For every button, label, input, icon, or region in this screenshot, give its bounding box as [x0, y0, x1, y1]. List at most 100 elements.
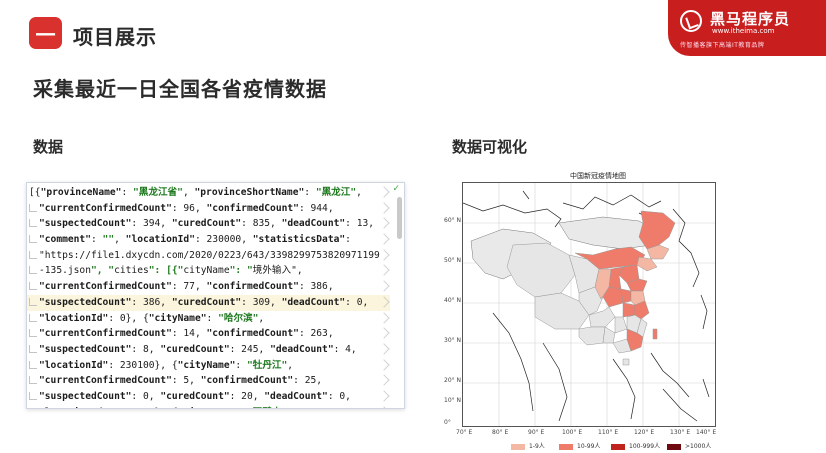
- province-taiwan: [652, 328, 658, 340]
- code-line: "currentConfirmedCount": 14, "confirmedC…: [27, 326, 390, 342]
- code-line: "currentConfirmedCount": 77, "confirmedC…: [27, 279, 390, 295]
- section-number-badge: 一: [29, 17, 62, 49]
- code-line: "locationId": 231000}, {"cityName": "双鸭山…: [27, 405, 390, 409]
- code-line: [{"provinceName": "黑龙江省", "provinceShort…: [27, 185, 390, 201]
- error-indicator-icon: ●●●●●●: [295, 408, 328, 409]
- province-henan: [620, 288, 632, 304]
- soft-wrap-icon: [378, 249, 390, 261]
- lat-label: 0°: [444, 419, 451, 426]
- lon-label: 110° E: [598, 429, 619, 436]
- lat-label: 60° N: [444, 217, 462, 224]
- province-xinjiang: [506, 242, 576, 298]
- legend-label: >1000人: [685, 443, 712, 450]
- legend-item: 1-9人: [511, 441, 545, 450]
- province-hunan: [614, 316, 628, 334]
- province-hubei: [622, 302, 636, 318]
- soft-wrap-icon: [378, 327, 390, 339]
- wrap-indicator-icon: [29, 360, 37, 369]
- soft-wrap-icon: [378, 405, 390, 408]
- lat-label: 20° N: [444, 377, 462, 384]
- soft-wrap-icon: [378, 311, 390, 324]
- lon-label: 100° E: [562, 429, 583, 436]
- code-line: "comment": "", "locationId": 230000, "st…: [27, 232, 390, 248]
- legend-swatch: [667, 443, 681, 450]
- soft-wrap-icon: [378, 390, 390, 402]
- lat-label: 30° N: [444, 337, 462, 344]
- brand-url: www.itheima.com: [712, 27, 775, 35]
- wrap-indicator-icon: [29, 219, 37, 228]
- legend-item: >1000人: [667, 441, 711, 450]
- data-label: 数据: [33, 138, 64, 156]
- horse-logo-icon: [680, 10, 702, 32]
- check-icon: ✓: [392, 184, 400, 194]
- wrap-indicator-icon: [29, 376, 37, 385]
- code-line: "locationId": 230100}, {"cityName": "牡丹江…: [27, 358, 390, 374]
- lon-label: 80° E: [492, 429, 509, 436]
- page-heading: 采集最近一日全国各省疫情数据: [33, 77, 327, 101]
- brand-logo-block: 黑马程序员 www.itheima.com 传智播客旗下高端IT教育品牌: [668, 0, 826, 56]
- soft-wrap-icon: [378, 296, 390, 308]
- legend-label: 100-999人: [629, 443, 661, 450]
- wrap-indicator-icon: [29, 297, 37, 306]
- brand-name: 黑马程序员: [710, 10, 791, 28]
- soft-wrap-icon: [378, 358, 390, 371]
- lon-label: 120° E: [634, 429, 655, 436]
- legend-swatch: [611, 443, 625, 450]
- code-line: "https://file1.dxycdn.com/2020/0223/643/…: [27, 248, 390, 264]
- code-line: "suspectedCount": 386, "curedCount": 309…: [27, 294, 390, 311]
- lat-label: 10° N: [444, 397, 462, 404]
- code-line: "currentConfirmedCount": 96, "confirmedC…: [27, 201, 390, 217]
- header-bar: 一 项目展示 黑马程序员 www.itheima.com 传智播客旗下高端IT教…: [0, 0, 826, 64]
- section-title: 项目展示: [73, 25, 157, 49]
- lon-label: 70° E: [456, 429, 473, 436]
- lat-label: 50° N: [444, 257, 462, 264]
- wrap-indicator-icon: [29, 235, 37, 244]
- wrap-indicator-icon: [29, 407, 37, 408]
- wrap-indicator-icon: [29, 344, 37, 353]
- soft-wrap-icon: [378, 217, 390, 230]
- legend-item: 100-999人: [611, 441, 660, 450]
- code-line: "locationId": 0}, {"cityName": "哈尔滨",: [27, 311, 390, 327]
- legend-swatch: [511, 443, 525, 450]
- wrap-indicator-icon: [29, 250, 37, 259]
- province-hainan: [622, 358, 630, 366]
- epidemic-map: 中国新冠疫情地图 60° N 50° N 40° N 30° N 20° N 1…: [440, 165, 720, 450]
- lat-label: 40° N: [444, 297, 462, 304]
- wrap-indicator-icon: [29, 203, 37, 212]
- province-yunnan: [578, 326, 606, 346]
- code-lines: [{"provinceName": "黑龙江省", "provinceShort…: [27, 185, 390, 409]
- brand-slogan: 传智播客旗下高端IT教育品牌: [680, 42, 765, 49]
- code-line: "suspectedCount": 8, "curedCount": 245, …: [27, 342, 390, 358]
- code-line: "suspectedCount": 0, "curedCount": 20, "…: [27, 389, 390, 405]
- wrap-indicator-icon: [29, 266, 37, 275]
- soft-wrap-icon: [378, 264, 390, 277]
- json-code-editor[interactable]: [{"provinceName": "黑龙江省", "provinceShort…: [26, 182, 405, 409]
- map-frame: [462, 182, 716, 427]
- code-line: -135.json", "cities": [{"cityName": "境外输…: [27, 263, 390, 279]
- soft-wrap-icon: [378, 374, 390, 386]
- soft-wrap-icon: [378, 233, 390, 245]
- soft-wrap-icon: [378, 186, 390, 198]
- legend-item: 10-99人: [559, 441, 600, 450]
- wrap-indicator-icon: [29, 282, 37, 291]
- soft-wrap-icon: [378, 202, 390, 214]
- lon-label: 140° E: [696, 429, 717, 436]
- map-title: 中国新冠疫情地图: [570, 172, 626, 180]
- lon-label: 130° E: [670, 429, 691, 436]
- wrap-indicator-icon: [29, 313, 37, 322]
- visualization-label: 数据可视化: [452, 138, 528, 156]
- wrap-indicator-icon: [29, 391, 37, 400]
- legend-label: 10-99人: [577, 443, 601, 450]
- province-heilongjiang: [638, 210, 676, 250]
- soft-wrap-icon: [378, 343, 390, 355]
- legend-label: 1-9人: [529, 443, 545, 450]
- code-line: "currentConfirmedCount": 5, "confirmedCo…: [27, 373, 390, 389]
- lon-label: 90° E: [528, 429, 545, 436]
- map-svg: [463, 183, 715, 426]
- province-guizhou: [602, 326, 616, 344]
- code-line: "suspectedCount": 394, "curedCount": 835…: [27, 216, 390, 232]
- wrap-indicator-icon: [29, 329, 37, 338]
- soft-wrap-icon: [378, 280, 390, 292]
- vertical-scrollbar[interactable]: [397, 197, 402, 239]
- legend-swatch: [559, 443, 573, 450]
